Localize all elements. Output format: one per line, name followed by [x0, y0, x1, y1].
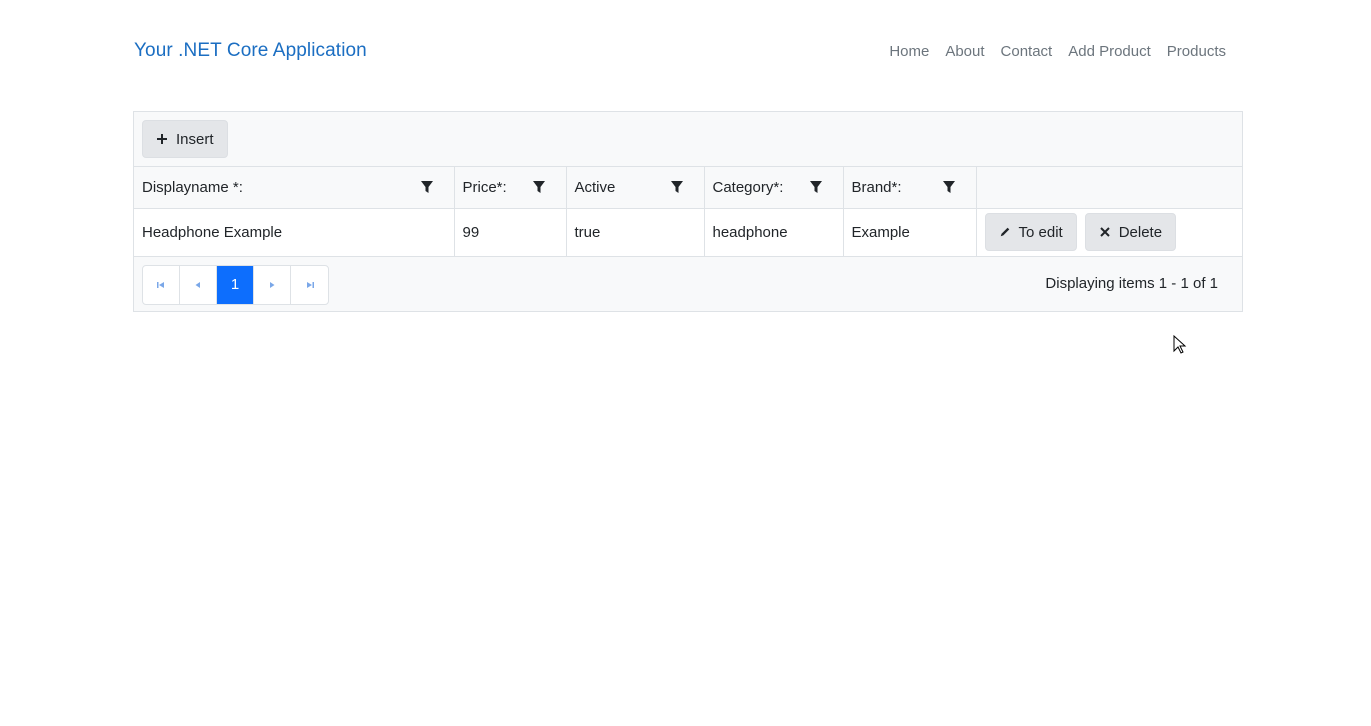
nav-add-product[interactable]: Add Product [1068, 42, 1151, 62]
column-header-price[interactable]: Price*: [454, 167, 567, 208]
cell-brand: Example [843, 208, 977, 256]
filter-icon[interactable] [532, 180, 546, 194]
cell-displayname: Headphone Example [134, 208, 455, 256]
insert-label: Insert [176, 130, 214, 148]
first-page-icon [157, 281, 164, 288]
column-label: Displayname *: [142, 178, 243, 196]
edit-label: To edit [1018, 223, 1063, 241]
column-header-actions [976, 167, 1242, 208]
cell-price: 99 [454, 208, 567, 256]
edit-button[interactable]: To edit [984, 213, 1077, 251]
pencil-icon [999, 226, 1011, 238]
last-page-button[interactable] [291, 266, 328, 304]
next-page-icon [270, 281, 275, 288]
nav-contact[interactable]: Contact [1001, 42, 1053, 62]
insert-button[interactable]: Insert [142, 120, 228, 158]
cell-active: true [566, 208, 705, 256]
plus-icon [156, 133, 168, 145]
brand-link[interactable]: Your .NET Core Application [134, 40, 367, 62]
prev-page-icon [195, 281, 200, 288]
column-header-category[interactable]: Category*: [704, 167, 844, 208]
cell-category: headphone [704, 208, 844, 256]
column-label: Price*: [462, 178, 507, 196]
page: Your .NET Core Application Home About Co… [0, 0, 1371, 726]
data-table: Displayname *: Price*: Active Category*: [134, 167, 1242, 257]
mouse-cursor-icon [1173, 334, 1187, 360]
nav-home[interactable]: Home [889, 42, 929, 62]
pagination: 1 [142, 264, 329, 305]
column-header-active[interactable]: Active [566, 167, 705, 208]
column-header-brand[interactable]: Brand*: [843, 167, 977, 208]
close-icon [1099, 226, 1111, 238]
products-grid: Insert Displayname *: Price*: Active Cat… [133, 111, 1243, 312]
filter-icon[interactable] [942, 180, 956, 194]
page-1-button[interactable]: 1 [217, 265, 254, 304]
column-label: Brand*: [851, 178, 902, 196]
last-page-icon [306, 281, 314, 288]
filter-icon[interactable] [670, 180, 684, 194]
filter-icon[interactable] [420, 180, 434, 194]
table-row: Headphone Example 99 true headphone Exam… [134, 208, 1242, 256]
filter-icon[interactable] [809, 180, 823, 194]
column-label: Active [574, 178, 616, 196]
column-header-displayname[interactable]: Displayname *: [134, 167, 455, 208]
pager-summary: Displaying items 1 - 1 of 1 [1045, 274, 1218, 292]
grid-toolbar: Insert [134, 112, 1242, 167]
cell-actions: To edit Delete [976, 208, 1242, 256]
header-row: Displayname *: Price*: Active Category*: [134, 167, 1242, 208]
delete-button[interactable]: Delete [1084, 213, 1177, 251]
column-label: Category*: [712, 178, 784, 196]
delete-label: Delete [1118, 223, 1163, 241]
prev-page-button[interactable] [180, 265, 217, 304]
grid-pager: 1 Displaying items 1 - 1 of 1 [134, 256, 1242, 311]
next-page-button[interactable] [254, 265, 291, 304]
nav-products[interactable]: Products [1167, 42, 1226, 62]
first-page-button[interactable] [143, 265, 180, 304]
nav-about[interactable]: About [945, 42, 984, 62]
main-nav: Home About Contact Add Product Products [889, 42, 1226, 62]
